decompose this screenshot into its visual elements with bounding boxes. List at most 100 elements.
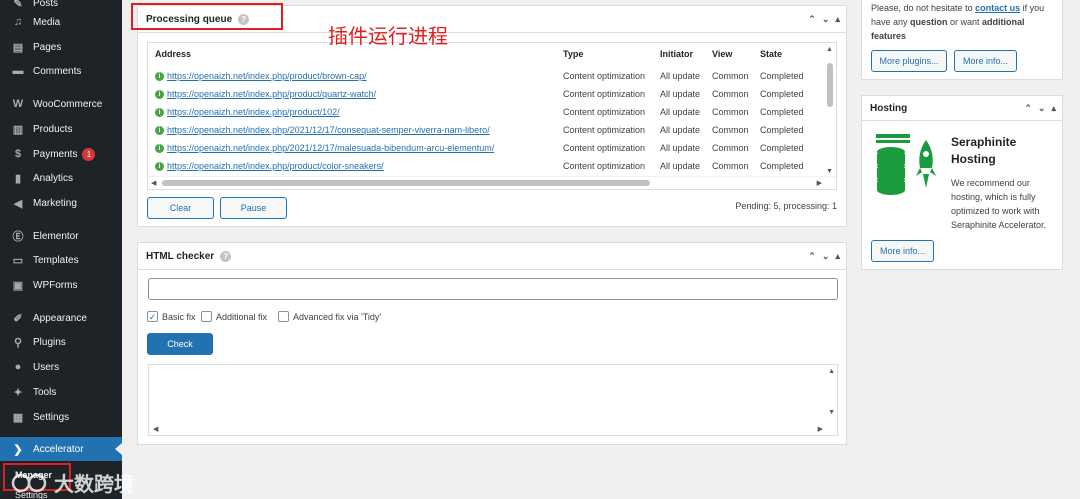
sidebar-item-appearance[interactable]: ✐ Appearance [0,306,122,330]
row-address-link[interactable]: https://openaizh.net/index.php/product/b… [167,71,367,81]
row-address-link[interactable]: https://openaizh.net/index.php/product/c… [167,161,384,171]
pause-button[interactable]: Pause [220,197,287,219]
collapse-toggle-icon[interactable]: ▴ [835,14,840,25]
row-view: Common [712,143,749,153]
html-checker-title: HTML checker [146,250,215,262]
basic-fix-checkbox[interactable]: ✓ Basic fix [147,311,196,322]
row-address-link[interactable]: https://openaizh.net/index.php/product/q… [167,89,376,99]
more-plugins-button[interactable]: More plugins... [871,50,947,72]
check-button[interactable]: Check [147,333,213,355]
check-icon[interactable]: ✓ [147,311,158,322]
table-row: i https://openaizh.net/index.php/product/… [148,68,826,86]
scroll-up-icon[interactable]: ▲ [826,46,833,53]
row-type: Content optimization [563,125,646,135]
elementor-icon: Ⓔ [12,231,24,243]
sidebar-item-users[interactable]: ● Users [0,355,122,379]
chevron-up-icon[interactable]: ⌃ [808,251,816,262]
row-state: Completed [760,71,804,81]
sidebar-item-accelerator[interactable]: ❯ Accelerator [0,437,122,461]
processing-queue-panel: Processing queue ? ⌃ ⌄ ▴ Address Type In… [137,5,847,227]
sidebar-item-elementor[interactable]: Ⓔ Elementor [0,224,122,248]
chevron-down-icon[interactable]: ⌄ [822,251,830,262]
scroll-down-icon[interactable]: ▼ [826,168,833,175]
scroll-right-icon[interactable]: ▶ [817,179,822,187]
row-view: Common [712,161,749,171]
scrollbar-thumb[interactable] [827,63,833,107]
horizontal-scrollbar[interactable]: ◀ ▶ [148,176,836,189]
user-icon: ● [14,361,22,373]
col-type: Type [563,49,584,59]
row-type: Content optimization [563,161,646,171]
row-address-link[interactable]: https://openaizh.net/index.php/2021/12/1… [167,125,490,135]
hosting-title: Hosting [870,102,908,114]
clear-button[interactable]: Clear [147,197,214,219]
wp-admin-screen: ✎ Posts ♫ Media ▤ Pages ▬ Comments W WooComme… [0,0,1080,499]
chevron-up-icon[interactable]: ⌃ [808,14,816,25]
settings-icon: ▦ [12,411,24,424]
row-address-link[interactable]: https://openaizh.net/index.php/product/1… [167,107,340,117]
additional-fix-checkbox[interactable]: Additional fix [201,311,267,322]
scroll-up-icon[interactable]: ▲ [828,368,835,375]
scroll-left-icon[interactable]: ◀ [153,425,158,433]
row-initiator: All update [660,125,701,135]
hosting-more-info-button[interactable]: More info... [871,240,934,262]
more-info-button[interactable]: More info... [954,50,1017,72]
col-address: Address [155,49,192,59]
sidebar-item-payments[interactable]: $ Payments 1 [0,142,122,166]
row-view: Common [712,89,749,99]
info-icon: i [155,162,164,171]
sidebar-item-comments[interactable]: ▬ Comments [0,59,122,83]
sidebar-item-products[interactable]: ▥ Products [0,117,122,141]
advanced-fix-checkbox[interactable]: Advanced fix via 'Tidy' [278,311,381,322]
contact-us-link[interactable]: contact us [975,3,1020,13]
info-icon: i [155,72,164,81]
row-address-link[interactable]: https://openaizh.net/index.php/2021/12/1… [167,143,494,153]
url-input[interactable] [148,278,838,300]
collapse-toggle-icon[interactable]: ▴ [1051,103,1056,114]
table-row: i https://openaizh.net/index.php/product/… [148,158,826,176]
sidebar-item-analytics[interactable]: ▮ Analytics [0,166,122,190]
hosting-panel: Hosting ⌃ ⌄ ▴ Seraphinite Hosting We rec… [861,95,1063,270]
result-textarea[interactable]: ▲ ▼ ◀ ▶ [148,364,838,436]
chevron-up-icon[interactable]: ⌃ [1024,103,1032,114]
payments-badge: 1 [82,147,96,161]
sidebar-item-media[interactable]: ♫ Media [0,10,122,34]
megaphone-icon: ◀ [13,197,23,210]
html-checker-header: HTML checker ? ⌃ ⌄ ▴ [138,243,846,270]
sidebar-item-pages[interactable]: ▤ Pages [0,35,122,59]
table-row: i https://openaizh.net/index.php/2021/12/… [148,122,826,140]
admin-sidebar: ✎ Posts ♫ Media ▤ Pages ▬ Comments W WooComme… [0,0,122,499]
scroll-left-icon[interactable]: ◀ [151,179,156,187]
collapse-toggle-icon[interactable]: ▴ [835,251,840,262]
bar-chart-icon: ▮ [14,172,22,185]
dollar-icon: $ [14,148,22,160]
basic-fix-label: Basic fix [162,311,196,322]
table-row: i https://openaizh.net/index.php/product/… [148,104,826,122]
sidebar-item-marketing[interactable]: ◀ Marketing [0,191,122,215]
sidebar-item-woocommerce[interactable]: W WooCommerce [0,92,122,116]
col-state: State [760,49,783,59]
scroll-right-icon[interactable]: ▶ [818,425,823,433]
sidebar-item-settings[interactable]: ▦ Settings [0,405,122,429]
row-initiator: All update [660,71,701,81]
hosting-header: Hosting ⌃ ⌄ ▴ [862,96,1062,121]
queue-table: Address Type Initiator View State i https… [147,42,837,190]
scroll-down-icon[interactable]: ▼ [828,409,835,416]
chevron-down-icon[interactable]: ⌄ [1038,103,1046,114]
horizontal-scrollbar-thumb[interactable] [162,180,650,186]
sidebar-item-templates[interactable]: ▭ Templates [0,248,122,272]
row-view: Common [712,125,749,135]
watermark-text: 大数跨境 [54,472,134,496]
help-icon[interactable]: ? [220,250,232,262]
queue-status: Pending: 5, processing: 1 [735,201,837,211]
advanced-fix-label: Advanced fix via 'Tidy' [293,311,382,322]
col-initiator: Initiator [660,49,693,59]
sidebar-item-wpforms[interactable]: ▣ WPForms [0,273,122,297]
row-state: Completed [760,161,804,171]
chevron-down-icon[interactable]: ⌄ [822,14,830,25]
sidebar-item-plugins[interactable]: ⚲ Plugins [0,330,122,354]
row-view: Common [712,71,749,81]
brush-icon: ✐ [13,312,23,325]
sidebar-item-tools[interactable]: ✦ Tools [0,380,122,404]
vertical-scrollbar[interactable]: ▲ ▼ [824,43,836,177]
